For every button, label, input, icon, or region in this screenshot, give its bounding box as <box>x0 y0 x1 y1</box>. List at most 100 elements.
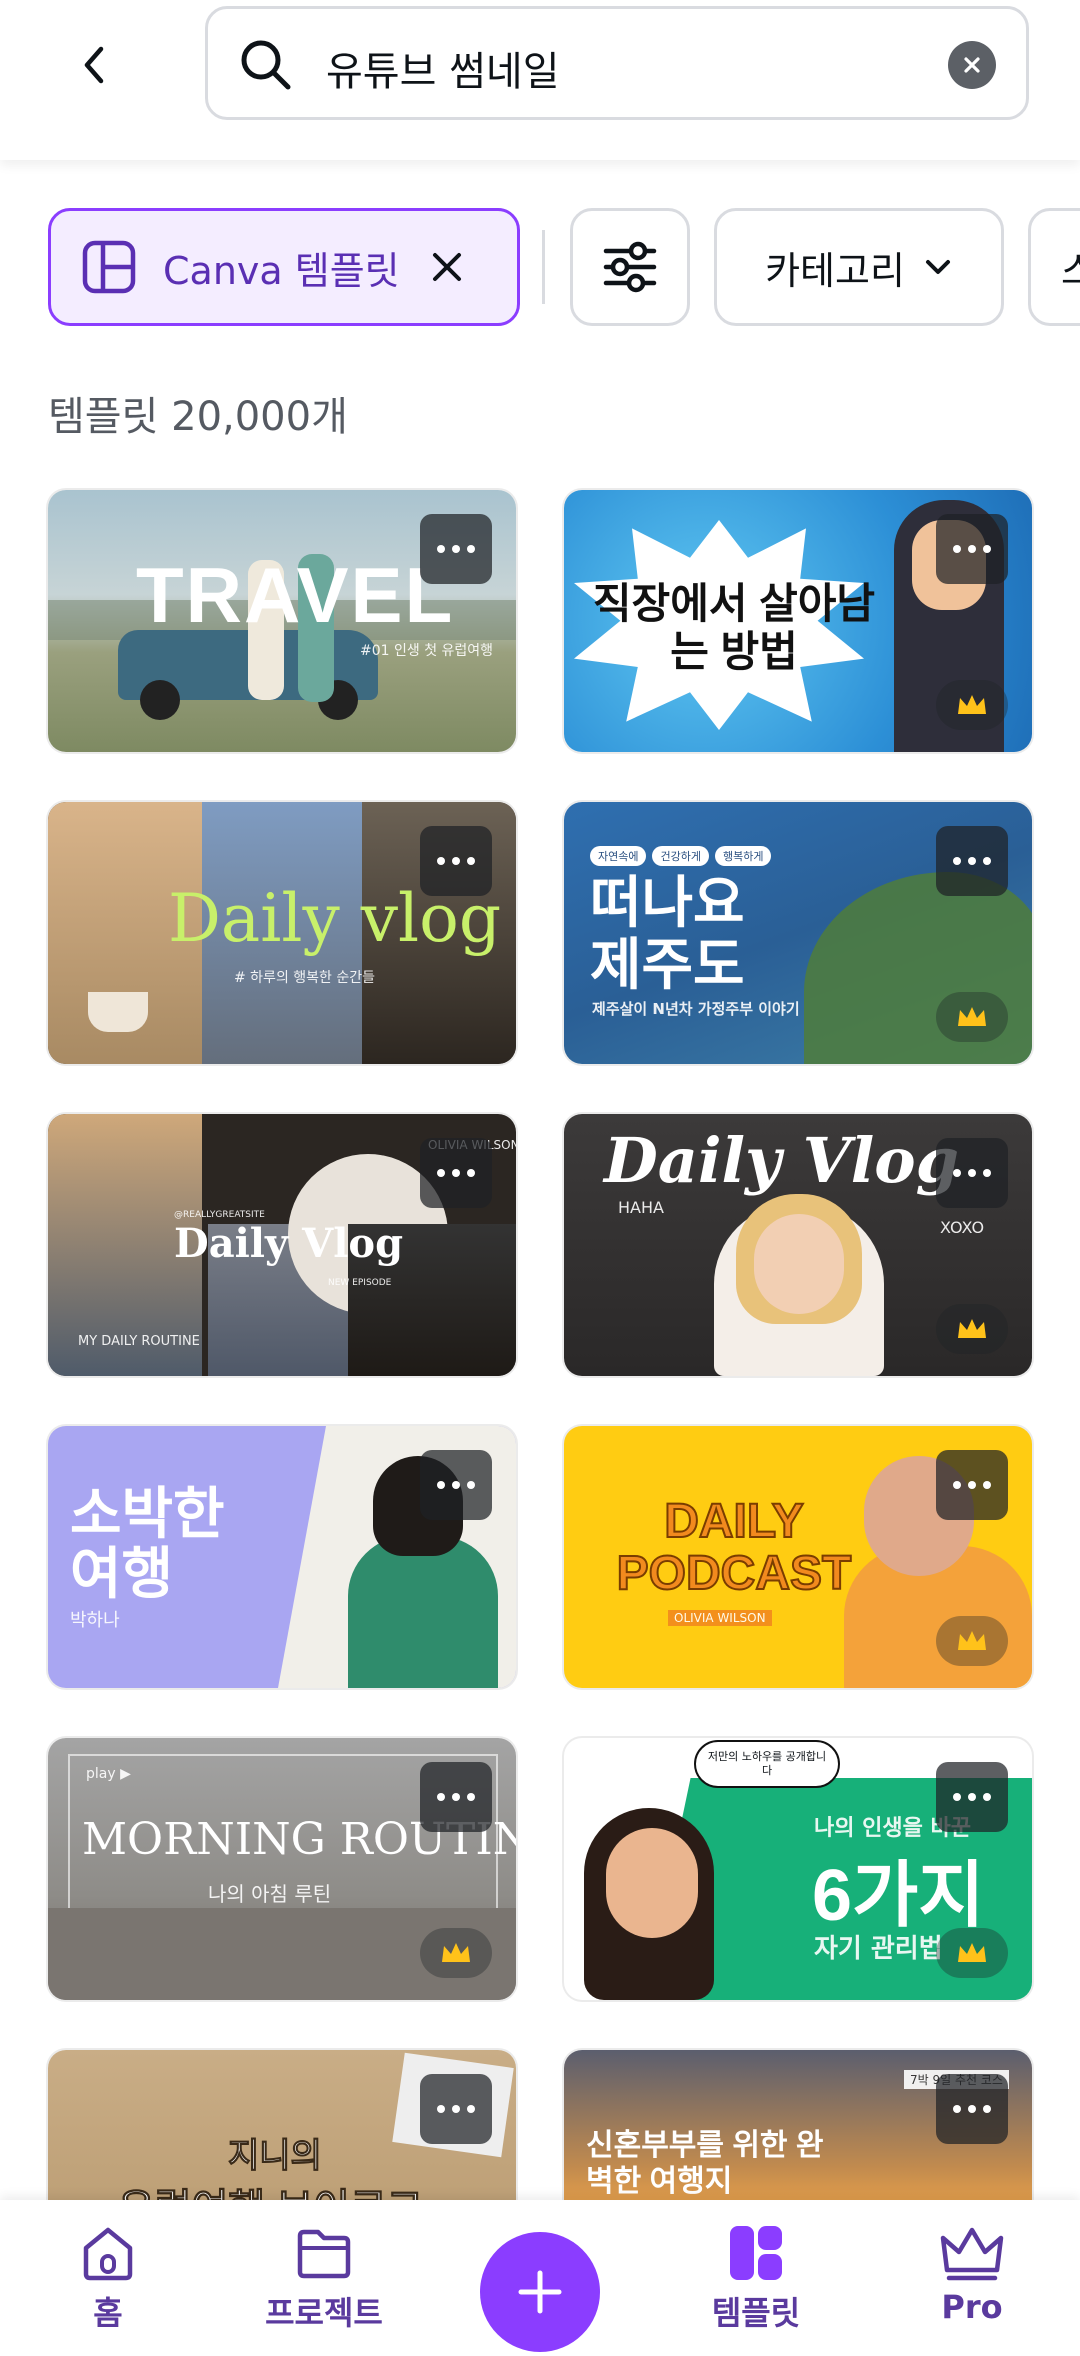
template-card[interactable]: 저만의 노하우를 공개합니다 나의 인생을 바꾼 6가지 자기 관리법 <box>564 1738 1032 2000</box>
search-query[interactable]: 유튜브 썸네일 <box>326 39 560 97</box>
dot-icon <box>983 1793 991 1801</box>
crown-icon <box>958 1943 986 1962</box>
filter-settings-button[interactable] <box>570 208 690 326</box>
dot-icon <box>953 2105 961 2113</box>
canva-templates-chip[interactable]: Canva 템플릿 <box>48 208 520 326</box>
nav-pro[interactable]: Pro <box>892 2224 1052 2326</box>
dot-icon <box>467 857 475 865</box>
more-options-button[interactable] <box>936 1762 1008 1832</box>
crown-icon <box>958 1631 986 1650</box>
template-subtitle: 나의 아침 루틴 <box>208 1882 332 1906</box>
more-options-button[interactable] <box>420 826 492 896</box>
category-dropdown[interactable]: 카테고리 <box>714 208 1004 326</box>
crown-icon <box>958 695 986 714</box>
dot-icon <box>968 1793 976 1801</box>
more-options-button[interactable] <box>420 514 492 584</box>
more-options-button[interactable] <box>936 826 1008 896</box>
template-title: TRAVEL <box>136 551 455 639</box>
back-button[interactable] <box>60 30 130 100</box>
more-options-button[interactable] <box>936 514 1008 584</box>
template-extra-text: NEW EPISODE <box>328 1278 392 1288</box>
dot-icon <box>452 857 460 865</box>
dot-icon <box>953 1481 961 1489</box>
dot-icon <box>437 1169 445 1177</box>
crown-icon <box>442 1943 470 1962</box>
template-extra-text: @REALLYGREATSITE <box>174 1210 265 1220</box>
dot-icon <box>983 857 991 865</box>
more-filter-chip[interactable]: 스 <box>1028 208 1080 326</box>
dot-icon <box>968 2105 976 2113</box>
pro-badge <box>936 1304 1008 1354</box>
template-card[interactable]: Daily vlog # 하루의 행복한 순간들 <box>48 802 516 1064</box>
dot-icon <box>437 1793 445 1801</box>
more-options-button[interactable] <box>936 1450 1008 1520</box>
top-bar: 유튜브 썸네일 <box>0 0 1080 160</box>
more-options-button[interactable] <box>420 1762 492 1832</box>
face-shape <box>754 1214 844 1314</box>
face-shape <box>606 1828 698 1938</box>
clear-search-button[interactable] <box>948 41 996 89</box>
crown-icon <box>940 2227 1004 2281</box>
template-title: 떠나요 제주도 <box>590 871 745 996</box>
dot-icon <box>968 857 976 865</box>
template-title: Daily Vlog <box>604 1124 960 1197</box>
nav-templates[interactable]: 템플릿 <box>676 2224 836 2334</box>
template-card[interactable]: TRAVEL #01 인생 첫 유럽여행 <box>48 490 516 752</box>
sliders-icon <box>603 241 657 293</box>
template-card[interactable]: Daily Vlog MY DAILY ROUTINE OLIVIA WILSO… <box>48 1114 516 1376</box>
dot-icon <box>437 545 445 553</box>
nav-home[interactable]: 홈 <box>28 2224 188 2334</box>
dot-icon <box>968 1169 976 1177</box>
template-title: 소박한 여행 <box>70 1482 225 1605</box>
template-subtitle: #01 인생 첫 유럽여행 <box>360 643 494 659</box>
more-options-button[interactable] <box>936 1138 1008 1208</box>
template-layout-icon <box>82 240 136 294</box>
home-icon <box>83 2227 133 2281</box>
pro-badge <box>936 680 1008 730</box>
tag: 건강하게 <box>652 846 709 866</box>
dot-icon <box>467 545 475 553</box>
template-subtitle: # 하루의 행복한 순간들 <box>234 970 376 986</box>
more-options-button[interactable] <box>936 2074 1008 2144</box>
template-card[interactable]: 자연속에 건강하게 행복하게 떠나요 제주도 제주살이 N년차 가정주부 이야기 <box>564 802 1032 1064</box>
person-shape <box>348 1536 498 1688</box>
dot-icon <box>983 2105 991 2113</box>
template-card[interactable]: 직장에서 살아남는 방법 <box>564 490 1032 752</box>
partial-chip-label: 스 <box>1061 248 1080 293</box>
dot-icon <box>968 1481 976 1489</box>
chip-divider <box>542 230 545 304</box>
cup-shape <box>88 992 148 1032</box>
dot-icon <box>437 2105 445 2113</box>
canva-chip-label: Canva 템플릿 <box>163 248 400 293</box>
create-button[interactable] <box>480 2232 600 2352</box>
more-options-button[interactable] <box>420 1450 492 1520</box>
template-card[interactable]: play ▶ MORNING ROUTINE 나의 아침 루틴 <box>48 1738 516 2000</box>
plus-icon <box>518 2270 562 2314</box>
bottom-navigation: 홈 프로젝트 템플릿 Pro <box>0 2200 1080 2356</box>
pro-badge <box>936 1616 1008 1666</box>
search-input[interactable]: 유튜브 썸네일 <box>205 6 1029 120</box>
template-card[interactable]: Daily Vlog HAHA XOXO <box>564 1114 1032 1376</box>
crown-icon <box>958 1319 986 1338</box>
dot-icon <box>467 1793 475 1801</box>
template-subtitle: 박하나 <box>70 1610 120 1631</box>
more-options-button[interactable] <box>420 1138 492 1208</box>
dot-icon <box>983 545 991 553</box>
dot-icon <box>983 1169 991 1177</box>
template-card[interactable]: 소박한 여행 박하나 <box>48 1426 516 1688</box>
template-subtitle: MY DAILY ROUTINE <box>78 1334 200 1349</box>
template-title: Daily Vlog <box>174 1220 404 1267</box>
template-extra-text: play ▶ <box>86 1766 131 1782</box>
remove-filter-icon[interactable] <box>430 250 464 284</box>
template-extra-text: HAHA <box>618 1198 664 1217</box>
template-subtitle: OLIVIA WILSON <box>668 1610 772 1626</box>
folder-icon <box>297 2229 351 2279</box>
template-card[interactable]: DAILY PODCAST OLIVIA WILSON <box>564 1426 1032 1688</box>
filter-chip-row: Canva 템플릿 카테고리 스 <box>0 208 1080 330</box>
pro-badge <box>936 992 1008 1042</box>
category-label: 카테고리 <box>765 248 905 293</box>
more-options-button[interactable] <box>420 2074 492 2144</box>
chevron-down-icon <box>925 260 950 274</box>
template-title: 직장에서 살아남는 방법 <box>592 580 876 675</box>
nav-projects[interactable]: 프로젝트 <box>244 2224 404 2334</box>
